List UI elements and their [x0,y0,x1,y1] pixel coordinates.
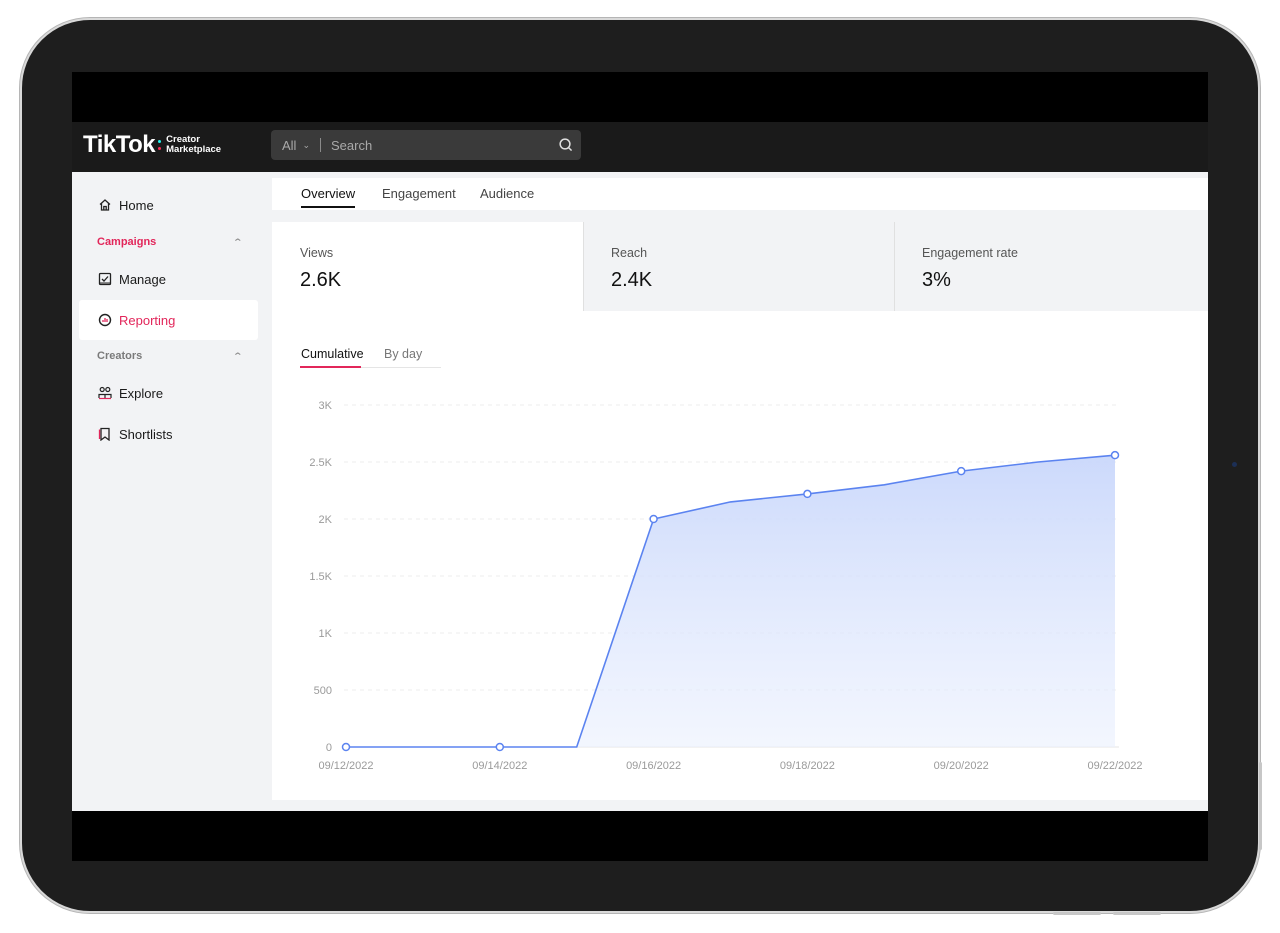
stat-label: Views [300,246,334,260]
search-icon[interactable] [558,137,573,152]
tab-overview[interactable]: Overview [301,186,356,208]
stat-label: Reach [611,246,648,260]
sidebar: Home Campaigns ⌃ Manage Reporting Creato… [72,172,272,811]
y-tick-label: 1.5K [309,571,332,583]
chevron-up-icon: ⌃ [232,350,244,361]
sidebar-group-label: Campaigns [97,236,157,248]
camera-dot [1232,462,1237,467]
search-scope-label: All [282,137,297,153]
report-tabs: Overview Engagement Audience [272,178,1208,210]
sidebar-item-label: Shortlists [119,426,173,442]
volume-down-button [1053,912,1101,915]
chart-panel: Cumulative By day 0 500 1K 1.5K 2K 2.5K 3K 09/… [272,311,1208,800]
tab-engagement[interactable]: Engagement [382,186,456,201]
stat-value: 3% [922,269,951,291]
stat-value: 2.6K [300,269,342,291]
side-button [1259,762,1262,850]
x-tick-label: 09/18/2022 [780,760,835,772]
bookmark-list-icon [98,427,112,441]
stat-value: 2.4K [611,269,653,291]
x-tick-label: 09/22/2022 [1087,760,1142,772]
search-bar: All ⌄ [271,130,581,160]
tab-audience[interactable]: Audience [480,186,534,201]
y-tick-label: 2.5K [309,457,332,469]
sidebar-item-manage[interactable]: Manage [79,259,258,299]
y-tick-label: 1K [319,628,333,640]
report-chart-icon [98,313,112,327]
views-area-chart: 0 500 1K 1.5K 2K 2.5K 3K 09/12/2022 09/14/2022 0… [309,400,1142,772]
sidebar-item-label: Explore [119,385,164,401]
sidebar-item-label: Home [119,197,154,213]
search-divider [320,138,321,152]
volume-up-button [1113,912,1161,915]
x-tick-label: 09/16/2022 [626,760,681,772]
data-point [341,742,351,752]
top-bar: TikTok Creator Marketplace All ⌄ [72,122,1208,172]
stat-card-reach[interactable]: Reach 2.4K [583,222,894,311]
chevron-up-icon: ⌃ [232,236,244,247]
logo-dots [158,140,162,150]
y-tick-label: 500 [314,685,332,697]
sidebar-item-explore[interactable]: Explore [79,373,258,413]
sidebar-item-shortlists[interactable]: Shortlists [79,414,258,454]
home-icon [98,198,112,212]
y-tick-label: 2K [319,514,333,526]
y-tick-label: 3K [319,400,333,412]
data-point [956,466,966,476]
logo-wordmark: TikTok [83,131,156,158]
sidebar-group-campaigns[interactable]: Campaigns ⌃ [97,236,244,248]
data-point [495,742,505,752]
x-tick-label: 09/12/2022 [318,760,373,772]
data-point [803,489,812,499]
stat-card-views[interactable]: Views 2.6K [272,222,583,311]
logo-subtitle: Creator Marketplace [166,135,221,155]
chevron-down-icon: ⌄ [302,139,310,150]
sidebar-item-reporting[interactable]: Reporting [79,300,258,340]
stat-label: Engagement rate [922,246,1018,260]
sidebar-item-label: Reporting [119,312,176,328]
area-fill [346,455,1115,747]
main-content: Overview Engagement Audience Views 2.6K … [272,172,1208,811]
search-input[interactable] [331,137,541,153]
tiktok-logo[interactable]: TikTok Creator Marketplace [83,131,221,159]
sidebar-item-home[interactable]: Home [79,185,258,225]
y-tick-label: 0 [326,742,332,754]
data-point [1110,450,1120,460]
stat-card-engagement-rate[interactable]: Engagement rate 3% [894,222,1206,311]
sidebar-group-label: Creators [97,350,143,362]
search-scope-dropdown[interactable]: All ⌄ [282,138,310,153]
x-tick-label: 09/20/2022 [934,760,989,772]
logo-subtitle-line2: Marketplace [166,144,222,155]
sidebar-group-creators[interactable]: Creators ⌃ [97,350,244,362]
x-tick-label: 09/14/2022 [472,760,527,772]
screen: TikTok Creator Marketplace All ⌄ Search … [72,72,1208,861]
people-icon [98,386,112,400]
checklist-icon [98,272,112,286]
data-point [649,514,658,524]
sidebar-item-label: Manage [119,271,166,287]
